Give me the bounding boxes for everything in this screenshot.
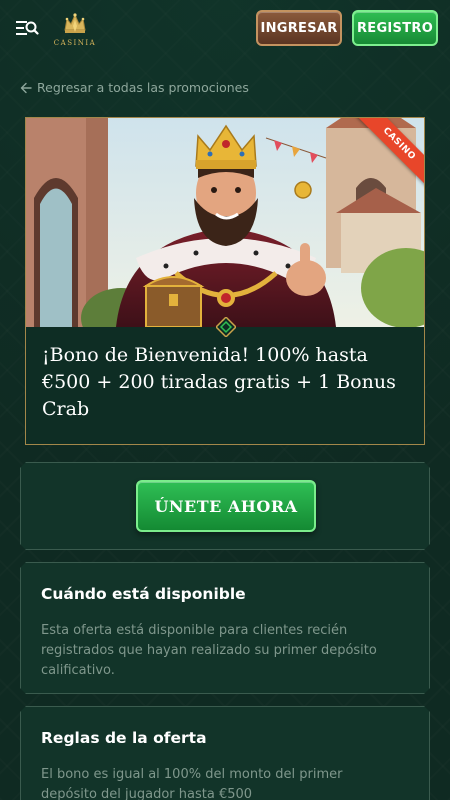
login-button[interactable]: INGRESAR bbox=[256, 10, 342, 46]
header-actions: INGRESAR REGISTRO bbox=[256, 10, 438, 46]
availability-heading: Cuándo está disponible bbox=[41, 585, 246, 603]
register-button[interactable]: REGISTRO bbox=[352, 10, 438, 46]
availability-card: Cuándo está disponible Esta oferta está … bbox=[20, 562, 430, 694]
menu-search-button[interactable] bbox=[12, 13, 42, 43]
rules-card: Reglas de la oferta El bono es igual al … bbox=[20, 706, 430, 800]
rules-text: El bono es igual al 100% del monto del p… bbox=[41, 767, 343, 800]
promo-king-illustration: CASINO bbox=[26, 118, 424, 327]
rules-heading: Reglas de la oferta bbox=[41, 729, 207, 747]
crown-logo-icon bbox=[64, 12, 86, 33]
back-to-promotions-link[interactable]: Regresar a todas las promociones bbox=[20, 80, 249, 95]
gem-divider-icon bbox=[216, 317, 236, 337]
cta-card: ÚNETE AHORA bbox=[20, 462, 430, 550]
top-header: CASINIA INGRESAR REGISTRO bbox=[0, 0, 450, 56]
casinia-logo[interactable]: CASINIA bbox=[52, 10, 98, 47]
promo-card: CASINO ¡Bono de Bienvenida! 100% hasta €… bbox=[25, 117, 425, 445]
join-now-button[interactable]: ÚNETE AHORA bbox=[136, 480, 316, 532]
availability-text: Esta oferta está disponible para cliente… bbox=[41, 623, 377, 678]
promo-title: ¡Bono de Bienvenida! 100% hasta €500 + 2… bbox=[42, 344, 396, 420]
menu-search-icon bbox=[16, 21, 39, 35]
back-link-label: Regresar a todas las promociones bbox=[37, 80, 249, 95]
logo-text: CASINIA bbox=[53, 38, 97, 47]
arrow-left-icon bbox=[20, 82, 32, 93]
